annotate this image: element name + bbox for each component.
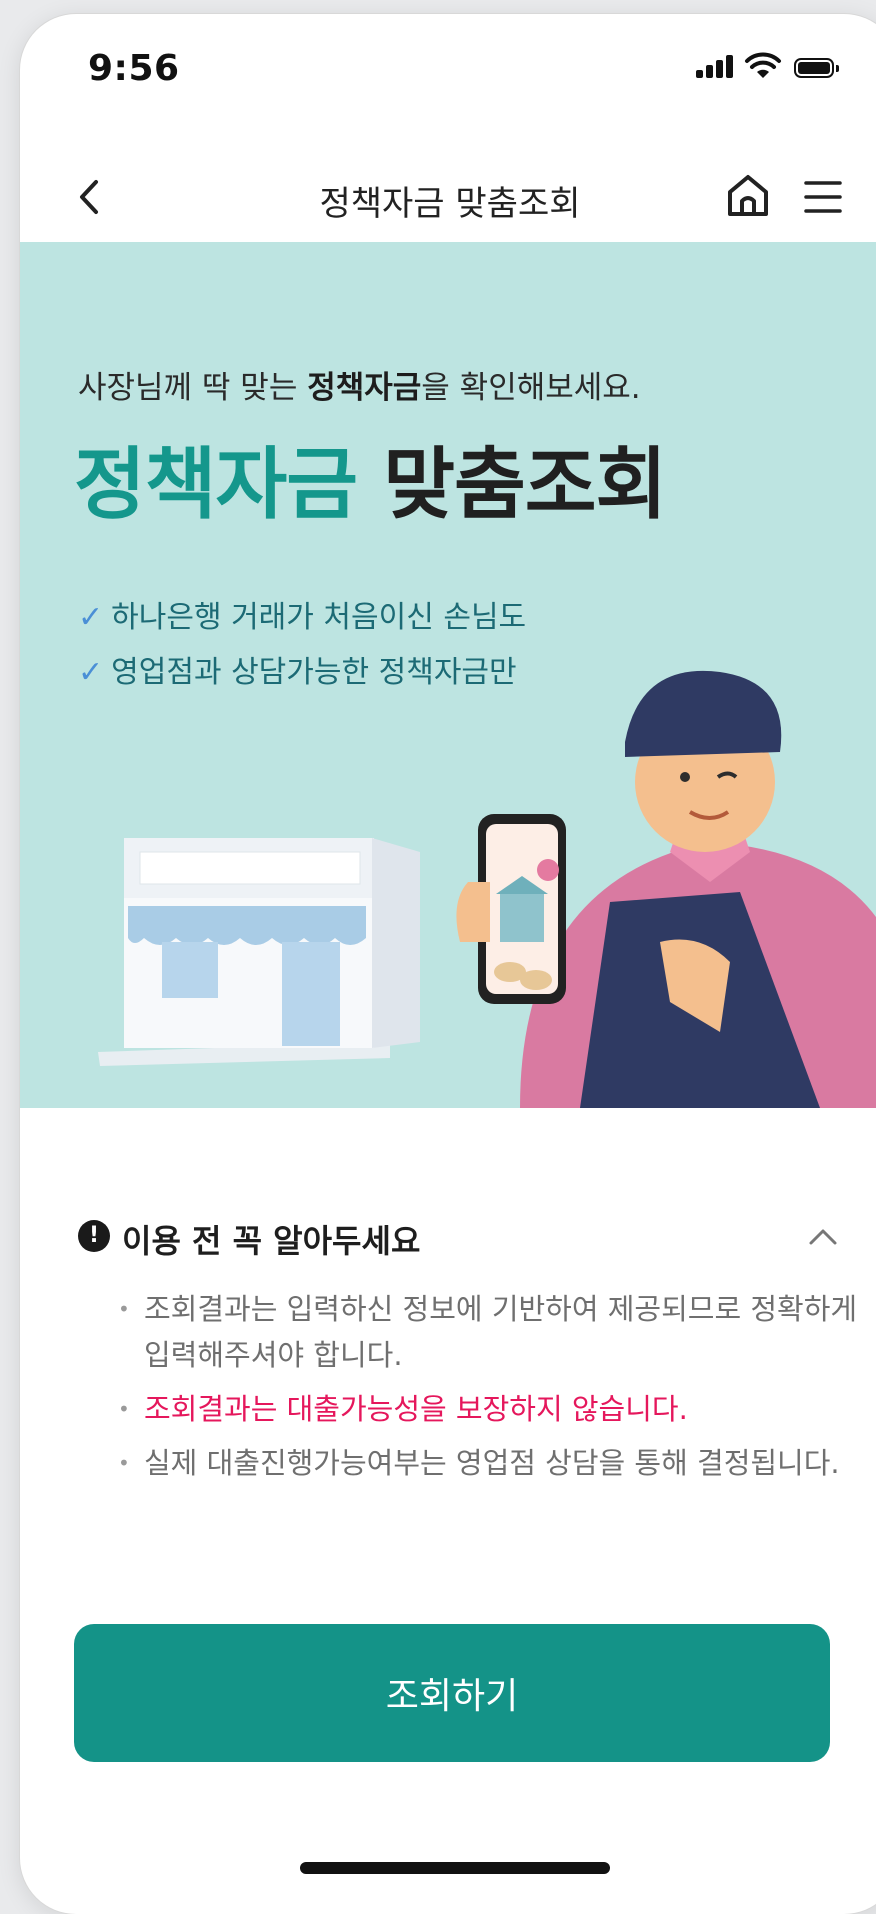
notice-header[interactable]: ! 이용 전 꼭 알아두세요: [78, 1214, 848, 1264]
app-header: 정책자금 맞춤조회: [20, 132, 876, 257]
hero-banner: 사장님께 딱 맞는 정책자금을 확인해보세요. 정책자금 맞춤조회 ✓ 하나은행 …: [20, 242, 876, 1108]
exclamation-circle-icon: !: [78, 1220, 110, 1252]
notice-item: 조회결과는 입력하신 정보에 기반하여 제공되므로 정확하게 입력해주셔야 합니…: [118, 1286, 858, 1378]
cellular-signal-icon: [696, 52, 734, 82]
home-icon[interactable]: [722, 170, 774, 222]
phone-screen: 9:56 정책자금 맞춤조회 사장님께 딱 맞는 정책자금을 확인해보세요. 정…: [20, 14, 876, 1914]
notice-list: 조회결과는 입력하신 정보에 기반하여 제공되므로 정확하게 입력해주셔야 합니…: [118, 1286, 858, 1494]
hamburger-menu-icon[interactable]: [800, 174, 846, 220]
status-time: 9:56: [88, 48, 180, 89]
chevron-up-icon[interactable]: [806, 1222, 840, 1252]
battery-icon: [794, 58, 839, 78]
inquiry-button[interactable]: 조회하기: [74, 1624, 830, 1762]
wifi-icon: [745, 52, 781, 78]
home-indicator: [300, 1862, 610, 1874]
notice-title: 이용 전 꼭 알아두세요: [122, 1222, 421, 1260]
shop-owner-illustration: [98, 670, 876, 1108]
notice-item-warning: 조회결과는 대출가능성을 보장하지 않습니다.: [118, 1386, 858, 1432]
notice-item: 실제 대출진행가능여부는 영업점 상담을 통해 결정됩니다.: [118, 1440, 858, 1486]
